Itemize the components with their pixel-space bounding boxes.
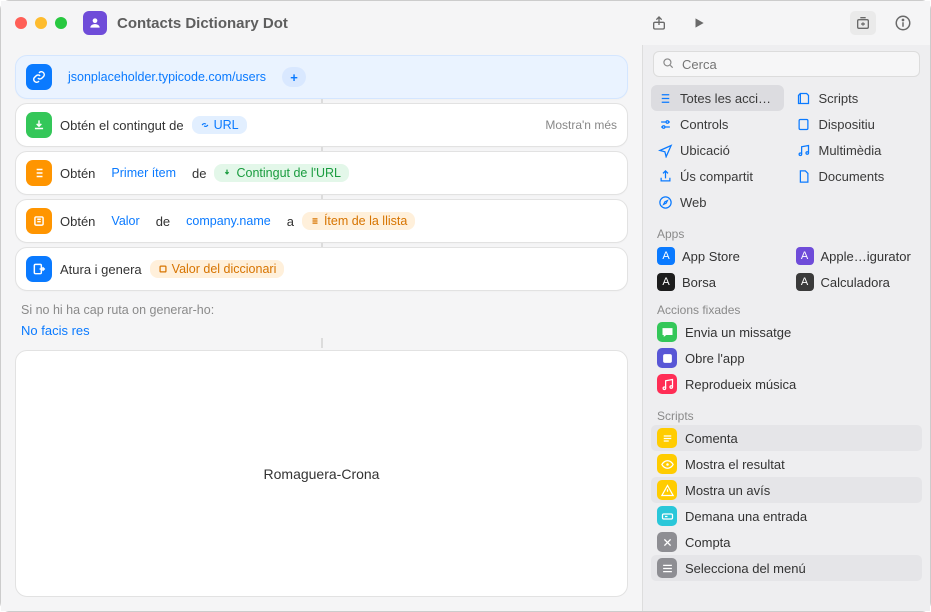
result-text: Romaguera-Crona — [264, 466, 380, 482]
scripts-header: Scripts — [643, 401, 930, 425]
app-item[interactable]: ABorsa — [651, 269, 784, 295]
category-list[interactable]: Totes les acci… — [651, 85, 784, 111]
get-first-item-block[interactable]: Obtén Primer ítem de Contingut de l'URL — [15, 151, 628, 195]
app-item[interactable]: AApp Store — [651, 243, 784, 269]
scripts-list: ComentaMostra el resultatMostra un avísD… — [643, 425, 930, 585]
url-contents-token[interactable]: Contingut de l'URL — [214, 164, 349, 182]
editor-canvas[interactable]: jsonplaceholder.typicode.com/users + Obt… — [1, 45, 642, 611]
noroute-label: Si no hi ha cap ruta on generar-ho: — [21, 303, 626, 317]
action-item[interactable]: Comenta — [651, 425, 922, 451]
actions-sidebar: Totes les acci…ScriptsControlsDispositiu… — [642, 45, 930, 611]
action-item[interactable]: Compta — [651, 529, 922, 555]
url-token[interactable]: URL — [192, 116, 247, 134]
fullscreen-window[interactable] — [55, 17, 67, 29]
safari-icon — [657, 194, 673, 210]
result-pane: Romaguera-Crona — [15, 350, 628, 597]
dict-value-token[interactable]: Valor del diccionari — [150, 260, 285, 278]
get-dictionary-value-block[interactable]: Obtén Valor de company.name a Ítem de la… — [15, 199, 628, 243]
category-share[interactable]: Ús compartit — [651, 163, 784, 189]
noroute-action[interactable]: No facis res — [21, 323, 626, 338]
category-grid: Totes les acci…ScriptsControlsDispositiu… — [643, 85, 930, 219]
stop-output-block[interactable]: Atura i genera Valor del diccionari — [15, 247, 628, 291]
app-item[interactable]: AApple…igurator — [790, 243, 923, 269]
menu-icon — [657, 558, 677, 578]
pinned-header: Accions fixades — [643, 295, 930, 319]
link-icon — [26, 64, 52, 90]
library-button[interactable] — [850, 11, 876, 35]
apps-header: Apps — [643, 219, 930, 243]
category-nav[interactable]: Ubicació — [651, 137, 784, 163]
show-more[interactable]: Mostra'n més — [545, 118, 617, 132]
output-icon — [26, 256, 52, 282]
action-item[interactable]: Mostra un avís — [651, 477, 922, 503]
add-url-button[interactable]: + — [282, 67, 306, 87]
device-icon — [796, 116, 812, 132]
list-item-token[interactable]: Ítem de la llista — [302, 212, 415, 230]
category-device[interactable]: Dispositiu — [790, 111, 923, 137]
category-sliders[interactable]: Controls — [651, 111, 784, 137]
dict-icon — [26, 208, 52, 234]
category-music[interactable]: Multimèdia — [790, 137, 923, 163]
action-item[interactable]: Selecciona del menú — [651, 555, 922, 581]
window-title: Contacts Dictionary Dot — [117, 15, 288, 32]
app-icon: A — [657, 273, 675, 291]
run-button[interactable] — [686, 11, 712, 35]
apps-grid: AApp StoreAApple…iguratorABorsaACalculad… — [643, 243, 930, 295]
lines-icon — [657, 428, 677, 448]
app-item[interactable]: ACalculadora — [790, 269, 923, 295]
path-token[interactable]: company.name — [178, 212, 279, 230]
input-icon — [657, 506, 677, 526]
url-text[interactable]: jsonplaceholder.typicode.com/users — [60, 68, 274, 86]
titlebar: Contacts Dictionary Dot — [1, 1, 930, 45]
action-item[interactable]: Reprodueix música — [651, 371, 922, 397]
action-item[interactable]: Mostra el resultat — [651, 451, 922, 477]
share-icon — [657, 168, 673, 184]
search-field[interactable] — [653, 51, 920, 77]
alert-icon — [657, 480, 677, 500]
get-contents-label: Obtén el contingut de — [60, 118, 184, 133]
list-icon — [26, 160, 52, 186]
app-icon — [83, 11, 107, 35]
action-item[interactable]: Obre l'app — [651, 345, 922, 371]
share-button[interactable] — [646, 11, 672, 35]
list-icon — [657, 90, 673, 106]
doc-icon — [796, 168, 812, 184]
info-button[interactable] — [890, 11, 916, 35]
url-block[interactable]: jsonplaceholder.typicode.com/users + — [15, 55, 628, 99]
msg-icon — [657, 322, 677, 342]
nav-icon — [657, 142, 673, 158]
script-icon — [796, 90, 812, 106]
minimize-window[interactable] — [35, 17, 47, 29]
value-token[interactable]: Valor — [103, 212, 147, 230]
first-item-token[interactable]: Primer ítem — [103, 164, 184, 182]
app-icon: A — [657, 247, 675, 265]
app-icon: A — [796, 273, 814, 291]
get-contents-block[interactable]: Obtén el contingut de URL Mostra'n més — [15, 103, 628, 147]
music-icon — [796, 142, 812, 158]
app-icon: A — [796, 247, 814, 265]
action-item[interactable]: Demana una entrada — [651, 503, 922, 529]
sliders-icon — [657, 116, 673, 132]
x-icon — [657, 532, 677, 552]
category-script[interactable]: Scripts — [790, 85, 923, 111]
category-safari[interactable]: Web — [651, 189, 784, 215]
open-icon — [657, 348, 677, 368]
pinned-list: Envia un missatgeObre l'appReprodueix mú… — [643, 319, 930, 401]
search-input[interactable] — [653, 51, 920, 77]
music-icon — [657, 374, 677, 394]
close-window[interactable] — [15, 17, 27, 29]
eye-icon — [657, 454, 677, 474]
category-doc[interactable]: Documents — [790, 163, 923, 189]
download-icon — [26, 112, 52, 138]
action-item[interactable]: Envia un missatge — [651, 319, 922, 345]
